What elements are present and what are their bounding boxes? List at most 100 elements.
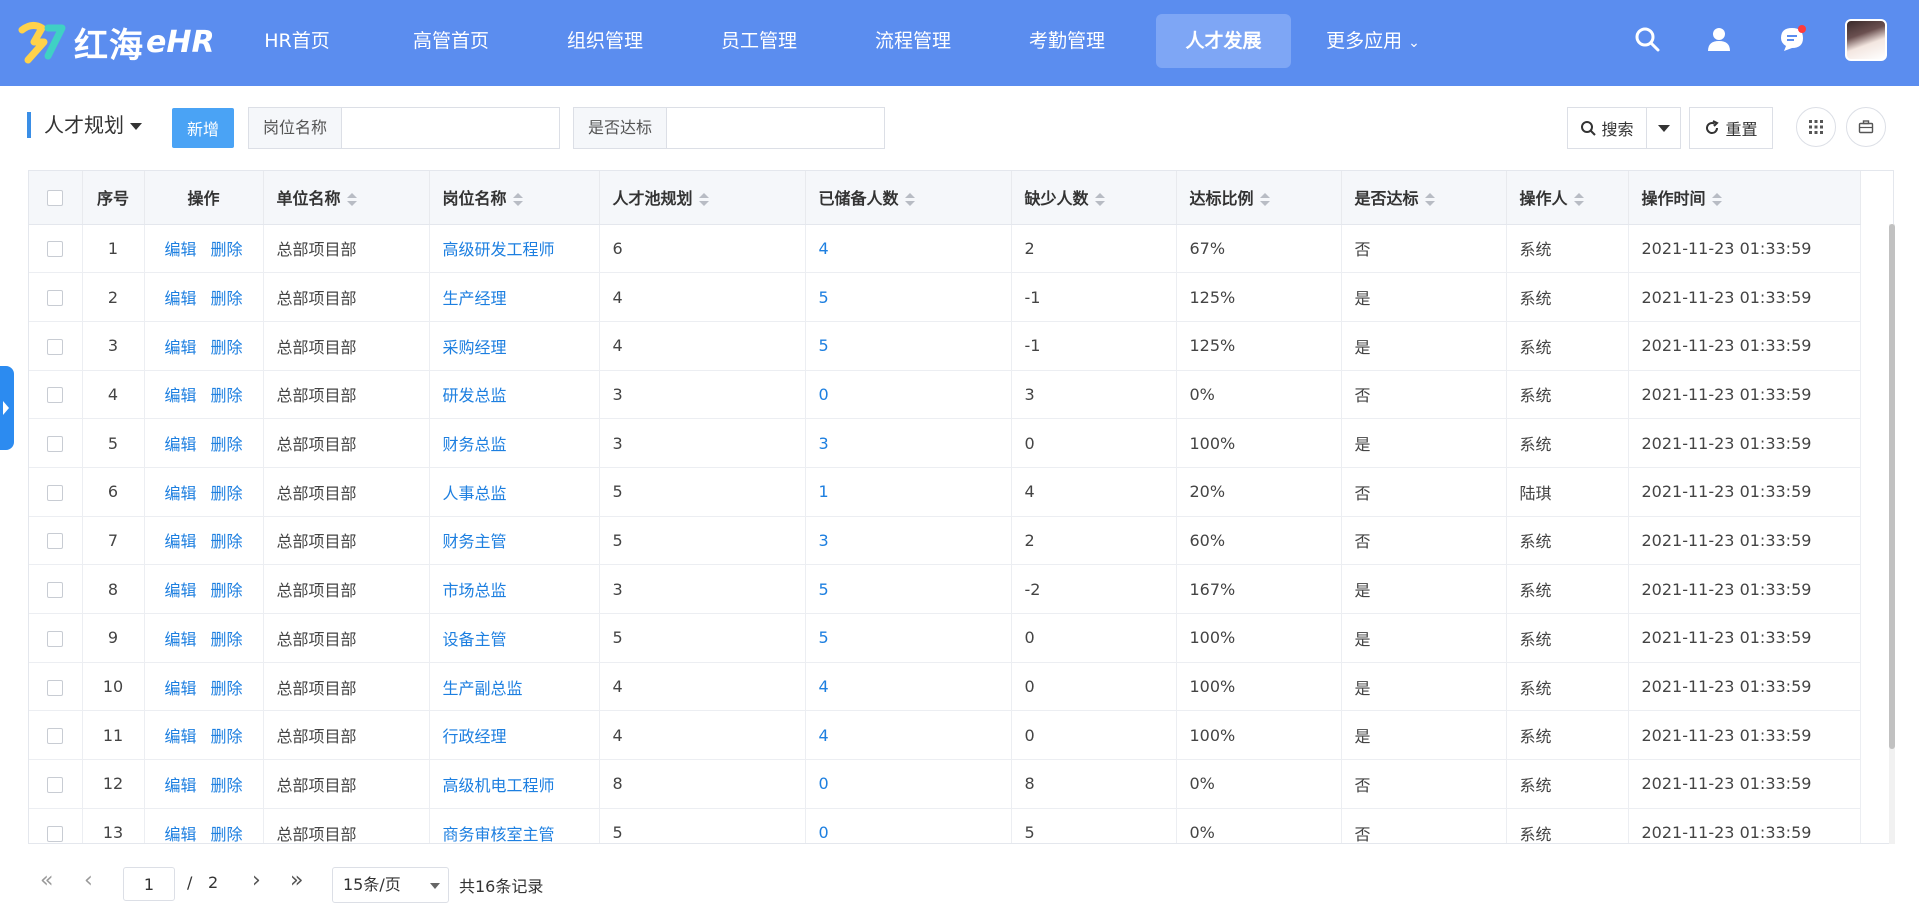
row-select-cell[interactable] [29,467,83,517]
col-reserved[interactable]: 已储备人数 [805,171,1012,225]
delete-link[interactable]: 删除 [211,532,243,551]
row-select-cell[interactable] [29,710,83,761]
row-select-cell[interactable] [29,808,83,843]
reserved-link[interactable]: 4 [819,677,829,696]
nav-talent-development[interactable]: 人才发展 [1156,14,1291,68]
row-checkbox[interactable] [47,241,64,258]
delete-link[interactable]: 删除 [211,386,243,405]
nav-process-management[interactable]: 流程管理 [861,14,965,68]
add-button[interactable]: 新增 [172,108,234,148]
prev-page-icon[interactable]: ‹ [84,869,93,893]
position-link[interactable]: 生产副总监 [443,679,523,698]
reserved-link[interactable]: 5 [819,580,829,599]
table-row[interactable]: 2 编辑 删除 总部项目部 生产经理 4 5 -1 125% 是系统 2021-11-23 01:3… [29,272,1861,322]
edit-link[interactable]: 编辑 [164,289,196,308]
reserved-link[interactable]: 5 [819,288,829,307]
edit-link[interactable]: 编辑 [164,679,196,698]
row-checkbox[interactable] [47,728,64,745]
reserved-link[interactable]: 4 [819,239,829,258]
position-link[interactable]: 财务总监 [443,435,507,454]
met-filter-input[interactable] [667,108,884,148]
reset-button[interactable]: 重置 [1689,107,1773,149]
reserved-link[interactable]: 3 [819,531,829,550]
delete-link[interactable]: 删除 [211,581,243,600]
avatar[interactable] [1845,19,1887,61]
delete-link[interactable]: 删除 [211,727,243,746]
reserved-link[interactable]: 3 [819,434,829,453]
row-select-cell[interactable] [29,224,83,274]
grid-view-button[interactable] [1796,107,1836,147]
next-page-icon[interactable]: › [252,869,261,893]
edit-link[interactable]: 编辑 [164,825,196,843]
edit-link[interactable]: 编辑 [164,338,196,357]
row-checkbox[interactable] [47,484,64,501]
position-link[interactable]: 商务审核室主管 [443,825,555,843]
position-link[interactable]: 研发总监 [443,386,507,405]
delete-link[interactable]: 删除 [211,289,243,308]
edit-link[interactable]: 编辑 [164,630,196,649]
col-met[interactable]: 是否达标 [1341,171,1507,225]
delete-link[interactable]: 删除 [211,484,243,503]
table-row[interactable]: 6 编辑 删除 总部项目部 人事总监 5 1 4 20% 否陆琪 2021-11-23 01:33:… [29,467,1861,517]
sort-icon[interactable] [512,192,523,207]
row-checkbox[interactable] [47,436,64,453]
col-shortage[interactable]: 缺少人数 [1011,171,1177,225]
select-all-header[interactable] [29,171,83,225]
delete-link[interactable]: 删除 [211,435,243,454]
nav-more-apps[interactable]: 更多应用 ⌄ [1318,14,1428,68]
table-row[interactable]: 13 编辑 删除 总部项目部 商务审核室主管 5 0 5 0% 否系统 2021-11-23 01:… [29,808,1861,843]
sort-icon[interactable] [1259,192,1270,207]
search-icon[interactable] [1633,25,1661,53]
col-unit[interactable]: 单位名称 [263,171,430,225]
row-select-cell[interactable] [29,370,83,420]
logo[interactable]: 红海 eHR [18,18,215,66]
row-select-cell[interactable] [29,321,83,371]
edit-link[interactable]: 编辑 [164,776,196,795]
delete-link[interactable]: 删除 [211,240,243,259]
page-title[interactable]: 人才规划 [44,112,142,138]
table-row[interactable]: 4 编辑 删除 总部项目部 研发总监 3 0 3 0% 否系统 2021-11-23 01:33:5… [29,370,1861,420]
sort-icon[interactable] [1424,192,1435,207]
row-select-cell[interactable] [29,272,83,322]
table-row[interactable]: 8 编辑 删除 总部项目部 市场总监 3 5 -2 167% 是系统 2021-11-23 01:3… [29,564,1861,614]
search-dropdown-button[interactable] [1647,108,1680,148]
table-row[interactable]: 9 编辑 删除 总部项目部 设备主管 5 5 0 100% 是系统 2021-11-23 01:33… [29,613,1861,663]
side-expand-tab[interactable] [0,366,14,450]
reserved-link[interactable]: 5 [819,336,829,355]
edit-link[interactable]: 编辑 [164,435,196,454]
row-checkbox[interactable] [47,533,64,550]
col-position[interactable]: 岗位名称 [429,171,600,225]
sort-icon[interactable] [904,192,915,207]
delete-link[interactable]: 删除 [211,338,243,357]
nav-attendance-management[interactable]: 考勤管理 [1015,14,1119,68]
position-link[interactable]: 市场总监 [443,581,507,600]
message-icon[interactable] [1778,25,1806,53]
sort-icon[interactable] [1094,192,1105,207]
delete-link[interactable]: 删除 [211,630,243,649]
page-number-input[interactable] [123,867,175,901]
position-filter-input[interactable] [342,108,559,148]
sort-icon[interactable] [1573,192,1584,207]
sort-icon[interactable] [346,192,357,207]
page-size-select[interactable]: 15条/页 [332,867,449,903]
row-checkbox[interactable] [47,582,64,599]
position-link[interactable]: 财务主管 [443,532,507,551]
delete-link[interactable]: 删除 [211,776,243,795]
table-row[interactable]: 7 编辑 删除 总部项目部 财务主管 5 3 2 60% 否系统 2021-11-23 01:33:… [29,516,1861,566]
row-checkbox[interactable] [47,679,64,696]
position-link[interactable]: 采购经理 [443,338,507,357]
row-checkbox[interactable] [47,387,64,404]
delete-link[interactable]: 删除 [211,679,243,698]
position-link[interactable]: 生产经理 [443,289,507,308]
sort-icon[interactable] [1711,192,1722,207]
row-checkbox[interactable] [47,630,64,647]
table-row[interactable]: 10 编辑 删除 总部项目部 生产副总监 4 4 0 100% 是系统 2021-11-23 01:… [29,662,1861,712]
col-plan[interactable]: 人才池规划 [599,171,806,225]
row-checkbox[interactable] [47,776,64,793]
edit-link[interactable]: 编辑 [164,484,196,503]
reserved-link[interactable]: 0 [819,774,829,793]
row-select-cell[interactable] [29,759,83,809]
reserved-link[interactable]: 4 [819,726,829,745]
nav-hr-home[interactable]: HR首页 [245,14,349,68]
nav-org-management[interactable]: 组织管理 [553,14,657,68]
